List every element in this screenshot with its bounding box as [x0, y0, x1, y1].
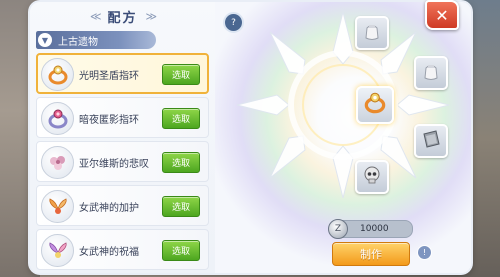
recipe-item[interactable]: 光明圣盾指环 选取 — [36, 53, 209, 94]
recipe-name: 亚尔维斯的悲叹 — [79, 159, 149, 170]
close-button[interactable]: ✕ — [425, 0, 459, 30]
bag-icon — [420, 60, 442, 86]
craft-button[interactable]: 制作 — [332, 242, 410, 266]
select-button[interactable]: 选取 — [162, 108, 200, 129]
recipe-item[interactable]: 女武神的加护 选取 — [36, 185, 209, 226]
bag-icon — [361, 20, 383, 46]
crafting-area: ? Z 10000 制作 ! — [215, 2, 471, 273]
help-icon[interactable]: ? — [223, 12, 244, 33]
ingredient-slot[interactable] — [414, 56, 448, 90]
ingredient-slot[interactable] — [355, 16, 389, 50]
cost-display: Z 10000 — [328, 219, 413, 239]
select-button[interactable]: 选取 — [162, 196, 200, 217]
chevron-down-icon: ▼ — [38, 33, 52, 47]
recipe-name: 光明圣盾指环 — [79, 71, 139, 82]
ingredient-slot[interactable] — [355, 160, 389, 194]
title-ornament-left: ≪ — [89, 9, 101, 23]
skull-icon — [361, 164, 383, 190]
recipe-item[interactable]: 亚尔维斯的悲叹 选取 — [36, 141, 209, 182]
recipe-name: 暗夜匿影指环 — [79, 115, 139, 126]
recipe-item[interactable]: 暗夜匿影指环 选取 — [36, 97, 209, 138]
select-button[interactable]: 选取 — [162, 240, 200, 261]
recipe-item[interactable]: 女武神的祝福 选取 — [36, 229, 209, 270]
ingredient-slot[interactable] — [414, 124, 448, 158]
title-ornament-right: ≫ — [145, 9, 157, 23]
select-button[interactable]: 选取 — [162, 152, 200, 173]
recipe-list: 光明圣盾指环 选取 暗夜匿影指环 选取 亚尔维斯的悲叹 选取 女武神的加护 选取… — [36, 53, 209, 273]
dialog-title: 配方 — [107, 10, 138, 26]
flower-icon — [41, 146, 74, 179]
shield-icon — [420, 128, 442, 154]
ring-icon — [41, 102, 74, 135]
cost-value: 10000 — [360, 224, 389, 234]
info-icon[interactable]: ! — [417, 245, 432, 260]
dialog-header: ≪ 配方 ≫ — [30, 5, 215, 27]
recipe-name: 女武神的加护 — [79, 203, 139, 214]
ring-icon — [362, 90, 388, 120]
recipe-dialog: ≪ 配方 ≫ ▼ 上古遗物 光明圣盾指环 选取 暗夜匿影指环 选取 亚尔维斯的悲… — [30, 2, 471, 273]
wing-icon — [41, 190, 74, 223]
ring-icon — [41, 58, 74, 91]
result-slot[interactable] — [356, 86, 394, 124]
select-button[interactable]: 选取 — [162, 64, 200, 85]
category-label: 上古遗物 — [58, 36, 98, 48]
zeny-coin-icon: Z — [328, 219, 348, 239]
recipe-list-panel: ≪ 配方 ≫ ▼ 上古遗物 光明圣盾指环 选取 暗夜匿影指环 选取 亚尔维斯的悲… — [30, 2, 215, 273]
wing-icon — [41, 234, 74, 267]
recipe-name: 女武神的祝福 — [79, 247, 139, 258]
category-tab-ancient-relics[interactable]: ▼ 上古遗物 — [36, 31, 156, 49]
